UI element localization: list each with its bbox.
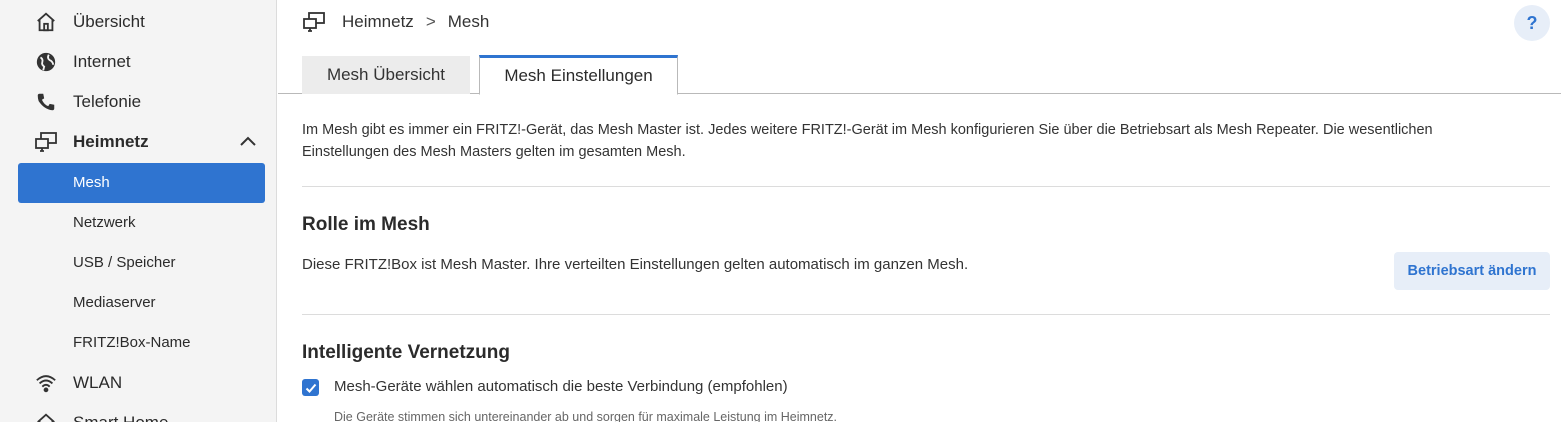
sidebar-item-label: WLAN	[73, 373, 123, 392]
sidebar-subitem-fritzbox-name[interactable]: FRITZ!Box-Name	[18, 323, 265, 363]
sidebar-subitem-label: Mediaserver	[73, 294, 156, 311]
tab-mesh-uebersicht[interactable]: Mesh Übersicht	[302, 56, 470, 94]
section-title-role: Rolle im Mesh	[302, 214, 430, 235]
sidebar-item-uebersicht[interactable]: Übersicht	[0, 2, 276, 42]
sidebar-subitem-mediaserver[interactable]: Mediaserver	[18, 283, 265, 323]
divider	[302, 314, 1550, 315]
sidebar-subitem-label: FRITZ!Box-Name	[73, 334, 191, 351]
breadcrumb-current: Mesh	[447, 12, 490, 31]
sidebar: Übersicht Internet Telefonie Heimnetz Me…	[0, 0, 277, 422]
checkmark-icon	[305, 383, 316, 393]
help-button[interactable]: ?	[1514, 5, 1550, 41]
sidebar-subitem-netzwerk[interactable]: Netzwerk	[18, 203, 265, 243]
breadcrumb-separator: >	[425, 12, 436, 31]
sidebar-subitem-label: Mesh	[73, 174, 110, 191]
sidebar-item-label: Telefonie	[73, 92, 142, 111]
divider	[302, 186, 1550, 187]
sidebar-subitem-usb-speicher[interactable]: USB / Speicher	[18, 243, 265, 283]
intro-line-2: Einstellungen des Mesh Masters gelten im…	[302, 144, 686, 160]
tab-bar: Mesh Übersicht Mesh Einstellungen	[278, 55, 1561, 95]
globe-icon	[34, 50, 58, 74]
role-description: Diese FRITZ!Box ist Mesh Master. Ihre ve…	[302, 256, 969, 273]
sidebar-item-telefonie[interactable]: Telefonie	[0, 82, 276, 122]
breadcrumb: Heimnetz > Mesh	[302, 10, 489, 34]
sidebar-item-label: Heimnetz	[73, 132, 149, 151]
breadcrumb-root[interactable]: Heimnetz	[342, 12, 414, 32]
sidebar-item-internet[interactable]: Internet	[0, 42, 276, 82]
main-content: Heimnetz > Mesh ? Mesh Übersicht Mesh Ei…	[278, 0, 1561, 422]
sidebar-subitem-label: USB / Speicher	[73, 254, 176, 271]
network-icon	[302, 10, 326, 34]
sidebar-subitem-mesh[interactable]: Mesh	[18, 163, 265, 203]
smart-home-icon	[34, 411, 58, 422]
sidebar-item-wlan[interactable]: WLAN	[0, 363, 276, 403]
tab-mesh-einstellungen[interactable]: Mesh Einstellungen	[479, 55, 678, 95]
network-icon	[34, 130, 58, 154]
sidebar-item-label: Internet	[73, 52, 131, 71]
intro-line-1: Im Mesh gibt es immer ein FRITZ!-Gerät, …	[302, 122, 1433, 138]
auto-connection-checkbox[interactable]	[302, 379, 319, 396]
change-mode-button[interactable]: Betriebsart ändern	[1394, 252, 1550, 290]
sidebar-item-smart-home[interactable]: Smart Home	[0, 403, 276, 422]
wifi-icon	[34, 371, 58, 395]
section-title-smart-networking: Intelligente Vernetzung	[302, 342, 510, 363]
sidebar-subitem-label: Netzwerk	[73, 214, 136, 231]
sidebar-item-label: Übersicht	[73, 12, 145, 31]
intro-text: Im Mesh gibt es immer ein FRITZ!-Gerät, …	[302, 119, 1542, 163]
auto-connection-hint: Die Geräte stimmen sich untereinander ab…	[334, 410, 838, 422]
phone-icon	[34, 90, 58, 114]
sidebar-item-label: Smart Home	[73, 413, 168, 422]
home-icon	[34, 10, 58, 34]
chevron-up-icon[interactable]	[238, 132, 258, 152]
sidebar-item-heimnetz[interactable]: Heimnetz	[0, 122, 276, 162]
auto-connection-label[interactable]: Mesh-Geräte wählen automatisch die beste…	[334, 378, 788, 395]
